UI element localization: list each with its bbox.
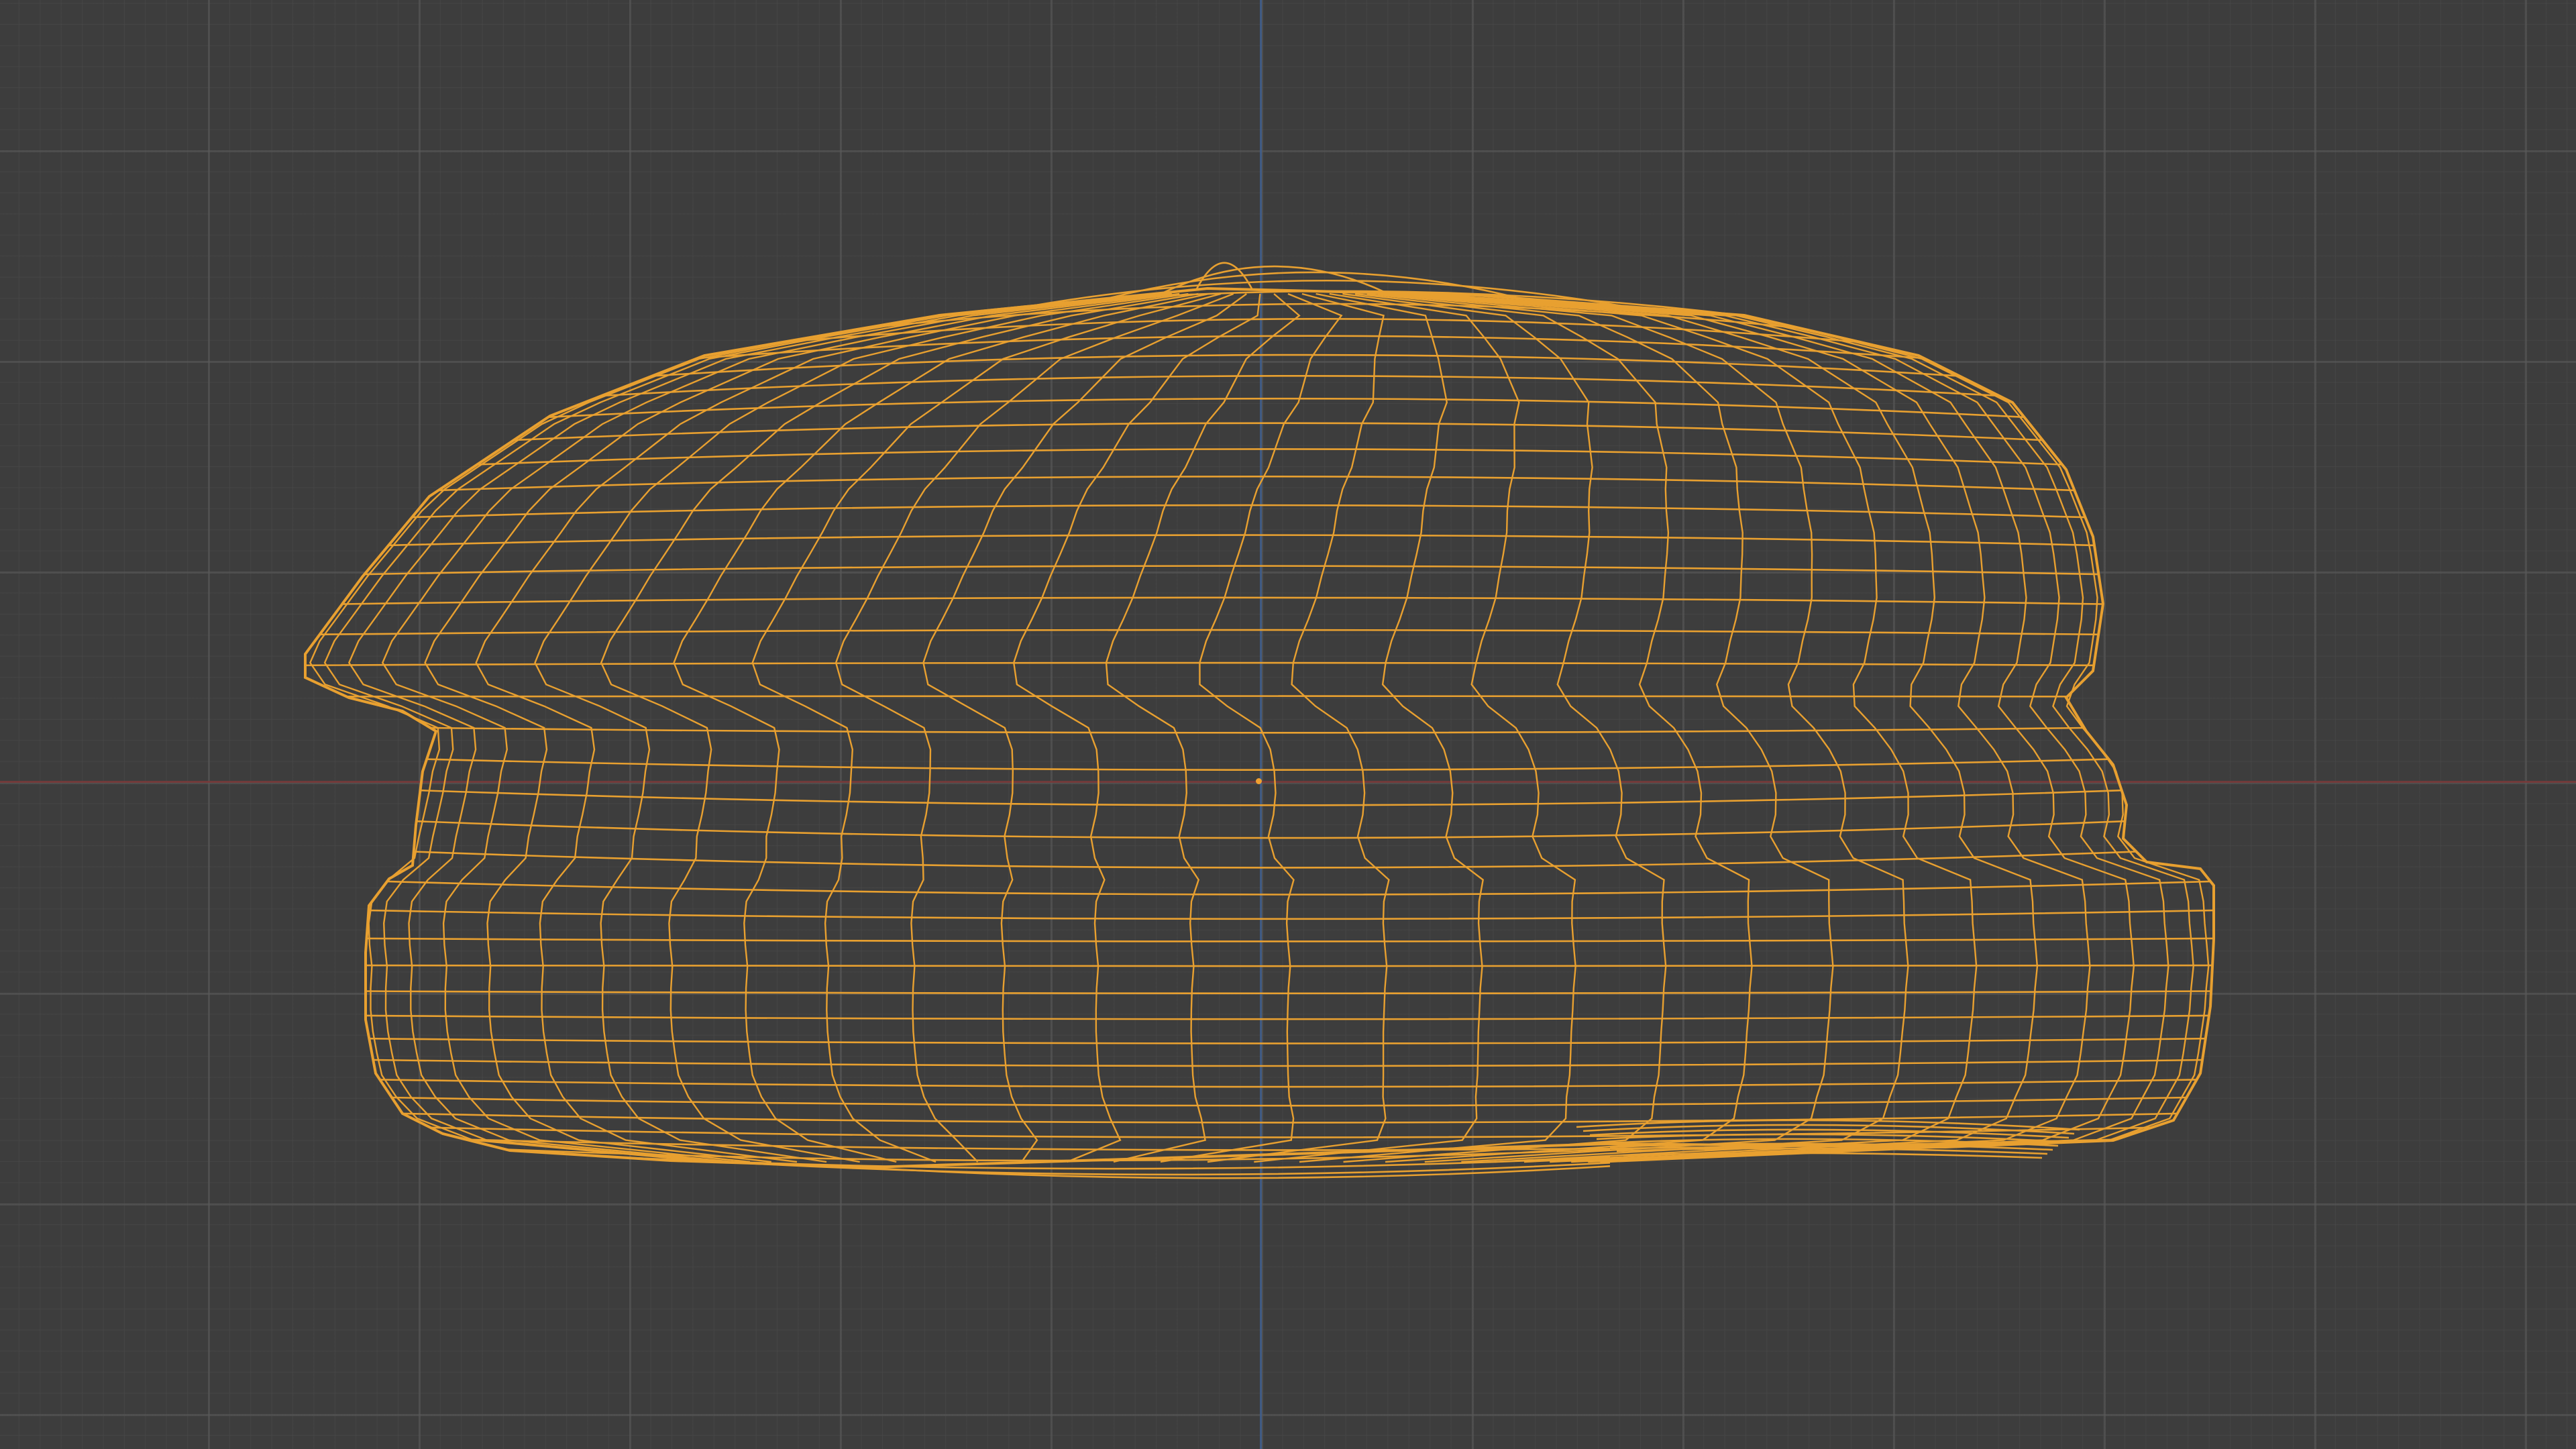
mesh-ring-edge bbox=[365, 964, 2213, 967]
3d-viewport[interactable] bbox=[0, 0, 2576, 1449]
wireframe-mesh[interactable] bbox=[0, 0, 2576, 1449]
mesh-ring-edge bbox=[513, 422, 2043, 441]
mesh-ring-edge bbox=[430, 727, 2085, 734]
mesh-ring-edge bbox=[368, 909, 2214, 920]
mesh-ring-edge bbox=[438, 476, 2075, 492]
mesh-meridian-edge bbox=[1421, 292, 2210, 1163]
mesh-ring-edge bbox=[366, 937, 2214, 943]
object-origin-point bbox=[1256, 778, 1262, 784]
mesh-ring-edge bbox=[427, 758, 2109, 771]
mesh-ring-edge bbox=[420, 789, 2122, 806]
mesh-meridian-edge bbox=[1207, 292, 1390, 1163]
mesh-edge-meridians bbox=[309, 292, 2210, 1163]
mesh-ring-edge bbox=[346, 695, 2068, 698]
mesh-ring-edge bbox=[387, 880, 2211, 896]
